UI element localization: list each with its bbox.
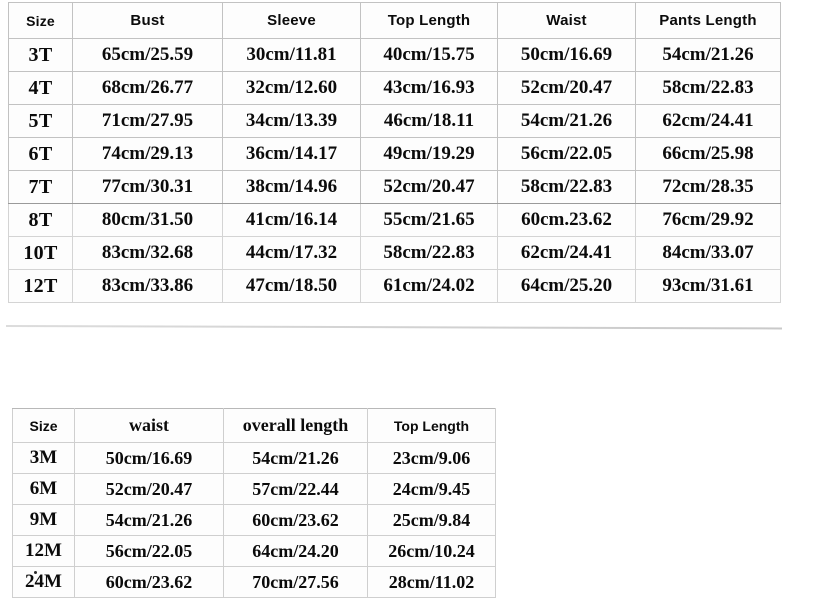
cell-waist: 54cm/21.26 <box>74 504 224 536</box>
cell-waist: 54cm/21.26 <box>497 104 636 138</box>
cell-bust: 74cm/29.13 <box>72 137 223 171</box>
baby-size-chart: Size waist overall length Top Length 3M … <box>12 408 496 598</box>
table-header-row: Size Bust Sleeve Top Length Waist Pants … <box>8 2 781 39</box>
table-row: 6T 74cm/29.13 36cm/14.17 49cm/19.29 56cm… <box>8 137 781 171</box>
scan-seam-divider <box>5 325 782 330</box>
cell-waist: 60cm.23.62 <box>497 203 636 237</box>
column-header-waist: waist <box>74 408 224 443</box>
cell-top-length: 26cm/10.24 <box>367 535 496 567</box>
cell-pants-length: 84cm/33.07 <box>635 236 781 270</box>
cell-size: 24M <box>12 566 75 598</box>
cell-waist: 52cm/20.47 <box>497 71 636 105</box>
cell-top-length: 52cm/20.47 <box>360 170 498 204</box>
cell-bust: 77cm/30.31 <box>72 170 223 204</box>
cell-waist: 60cm/23.62 <box>74 566 224 598</box>
cell-bust: 68cm/26.77 <box>72 71 223 105</box>
column-header-pants-length: Pants Length <box>635 2 781 39</box>
cell-sleeve: 44cm/17.32 <box>222 236 361 270</box>
cell-sleeve: 32cm/12.60 <box>222 71 361 105</box>
cell-pants-length: 54cm/21.26 <box>635 38 781 72</box>
cell-sleeve: 47cm/18.50 <box>222 269 361 303</box>
cell-size: 3T <box>8 38 73 72</box>
column-header-sleeve: Sleeve <box>222 2 361 39</box>
cell-top-length: 40cm/15.75 <box>360 38 498 72</box>
cell-top-length: 55cm/21.65 <box>360 203 498 237</box>
cell-bust: 71cm/27.95 <box>72 104 223 138</box>
cell-size: 12M <box>12 535 75 567</box>
cell-top-length: 61cm/24.02 <box>360 269 498 303</box>
cell-size: 6M <box>12 473 75 505</box>
cell-waist: 50cm/16.69 <box>74 442 224 474</box>
cell-top-length: 28cm/11.02 <box>367 566 496 598</box>
table-row: 24M 60cm/23.62 70cm/27.56 28cm/11.02 <box>12 566 496 598</box>
cell-top-length: 43cm/16.93 <box>360 71 498 105</box>
cell-top-length: 24cm/9.45 <box>367 473 496 505</box>
cell-size: 5T <box>8 104 73 138</box>
cell-sleeve: 38cm/14.96 <box>222 170 361 204</box>
cell-bust: 83cm/33.86 <box>72 269 223 303</box>
cell-waist: 62cm/24.41 <box>497 236 636 270</box>
column-header-size: Size <box>8 2 73 39</box>
cell-sleeve: 36cm/14.17 <box>222 137 361 171</box>
cell-sleeve: 34cm/13.39 <box>222 104 361 138</box>
cell-top-length: 58cm/22.83 <box>360 236 498 270</box>
cell-sleeve: 30cm/11.81 <box>222 38 361 72</box>
cell-top-length: 49cm/19.29 <box>360 137 498 171</box>
table-row: 7T 77cm/30.31 38cm/14.96 52cm/20.47 58cm… <box>8 170 781 204</box>
cell-size: 8T <box>8 203 73 237</box>
cell-pants-length: 93cm/31.61 <box>635 269 781 303</box>
toddler-size-chart: Size Bust Sleeve Top Length Waist Pants … <box>8 2 781 303</box>
table-row: 9M 54cm/21.26 60cm/23.62 25cm/9.84 <box>12 504 496 536</box>
column-header-waist: Waist <box>497 2 636 39</box>
cell-pants-length: 62cm/24.41 <box>635 104 781 138</box>
cell-overall-length: 57cm/22.44 <box>223 473 368 505</box>
cell-sleeve: 41cm/16.14 <box>222 203 361 237</box>
column-header-size: Size <box>12 408 75 443</box>
table-header-row: Size waist overall length Top Length <box>12 408 496 443</box>
cell-top-length: 25cm/9.84 <box>367 504 496 536</box>
cell-bust: 83cm/32.68 <box>72 236 223 270</box>
table-row: 3T 65cm/25.59 30cm/11.81 40cm/15.75 50cm… <box>8 38 781 72</box>
cell-overall-length: 60cm/23.62 <box>223 504 368 536</box>
table-row: 10T 83cm/32.68 44cm/17.32 58cm/22.83 62c… <box>8 236 781 270</box>
cell-top-length: 23cm/9.06 <box>367 442 496 474</box>
column-header-top-length: Top Length <box>360 2 498 39</box>
table-row: 3M 50cm/16.69 54cm/21.26 23cm/9.06 <box>12 442 496 474</box>
column-header-overall-length: overall length <box>223 408 368 443</box>
cell-waist: 58cm/22.83 <box>497 170 636 204</box>
table-row: 8T 80cm/31.50 41cm/16.14 55cm/21.65 60cm… <box>8 203 781 237</box>
cell-waist: 56cm/22.05 <box>497 137 636 171</box>
cell-size: 10T <box>8 236 73 270</box>
column-header-top-length: Top Length <box>367 408 496 443</box>
cell-size: 9M <box>12 504 75 536</box>
table-row: 12T 83cm/33.86 47cm/18.50 61cm/24.02 64c… <box>8 269 781 303</box>
table-row: 12M 56cm/22.05 64cm/24.20 26cm/10.24 <box>12 535 496 567</box>
cell-pants-length: 76cm/29.92 <box>635 203 781 237</box>
cell-pants-length: 66cm/25.98 <box>635 137 781 171</box>
cell-waist: 64cm/25.20 <box>497 269 636 303</box>
cell-bust: 80cm/31.50 <box>72 203 223 237</box>
cell-size: 3M <box>12 442 75 474</box>
table-row: 6M 52cm/20.47 57cm/22.44 24cm/9.45 <box>12 473 496 505</box>
cell-waist: 56cm/22.05 <box>74 535 224 567</box>
cell-overall-length: 64cm/24.20 <box>223 535 368 567</box>
cell-top-length: 46cm/18.11 <box>360 104 498 138</box>
cell-size: 12T <box>8 269 73 303</box>
cell-size: 6T <box>8 137 73 171</box>
table-row: 4T 68cm/26.77 32cm/12.60 43cm/16.93 52cm… <box>8 71 781 105</box>
table-row: 5T 71cm/27.95 34cm/13.39 46cm/18.11 54cm… <box>8 104 781 138</box>
cell-size: 4T <box>8 71 73 105</box>
cell-pants-length: 58cm/22.83 <box>635 71 781 105</box>
cell-overall-length: 54cm/21.26 <box>223 442 368 474</box>
cell-pants-length: 72cm/28.35 <box>635 170 781 204</box>
cell-waist: 52cm/20.47 <box>74 473 224 505</box>
cell-overall-length: 70cm/27.56 <box>223 566 368 598</box>
cell-waist: 50cm/16.69 <box>497 38 636 72</box>
column-header-bust: Bust <box>72 2 223 39</box>
cell-bust: 65cm/25.59 <box>72 38 223 72</box>
cell-size: 7T <box>8 170 73 204</box>
